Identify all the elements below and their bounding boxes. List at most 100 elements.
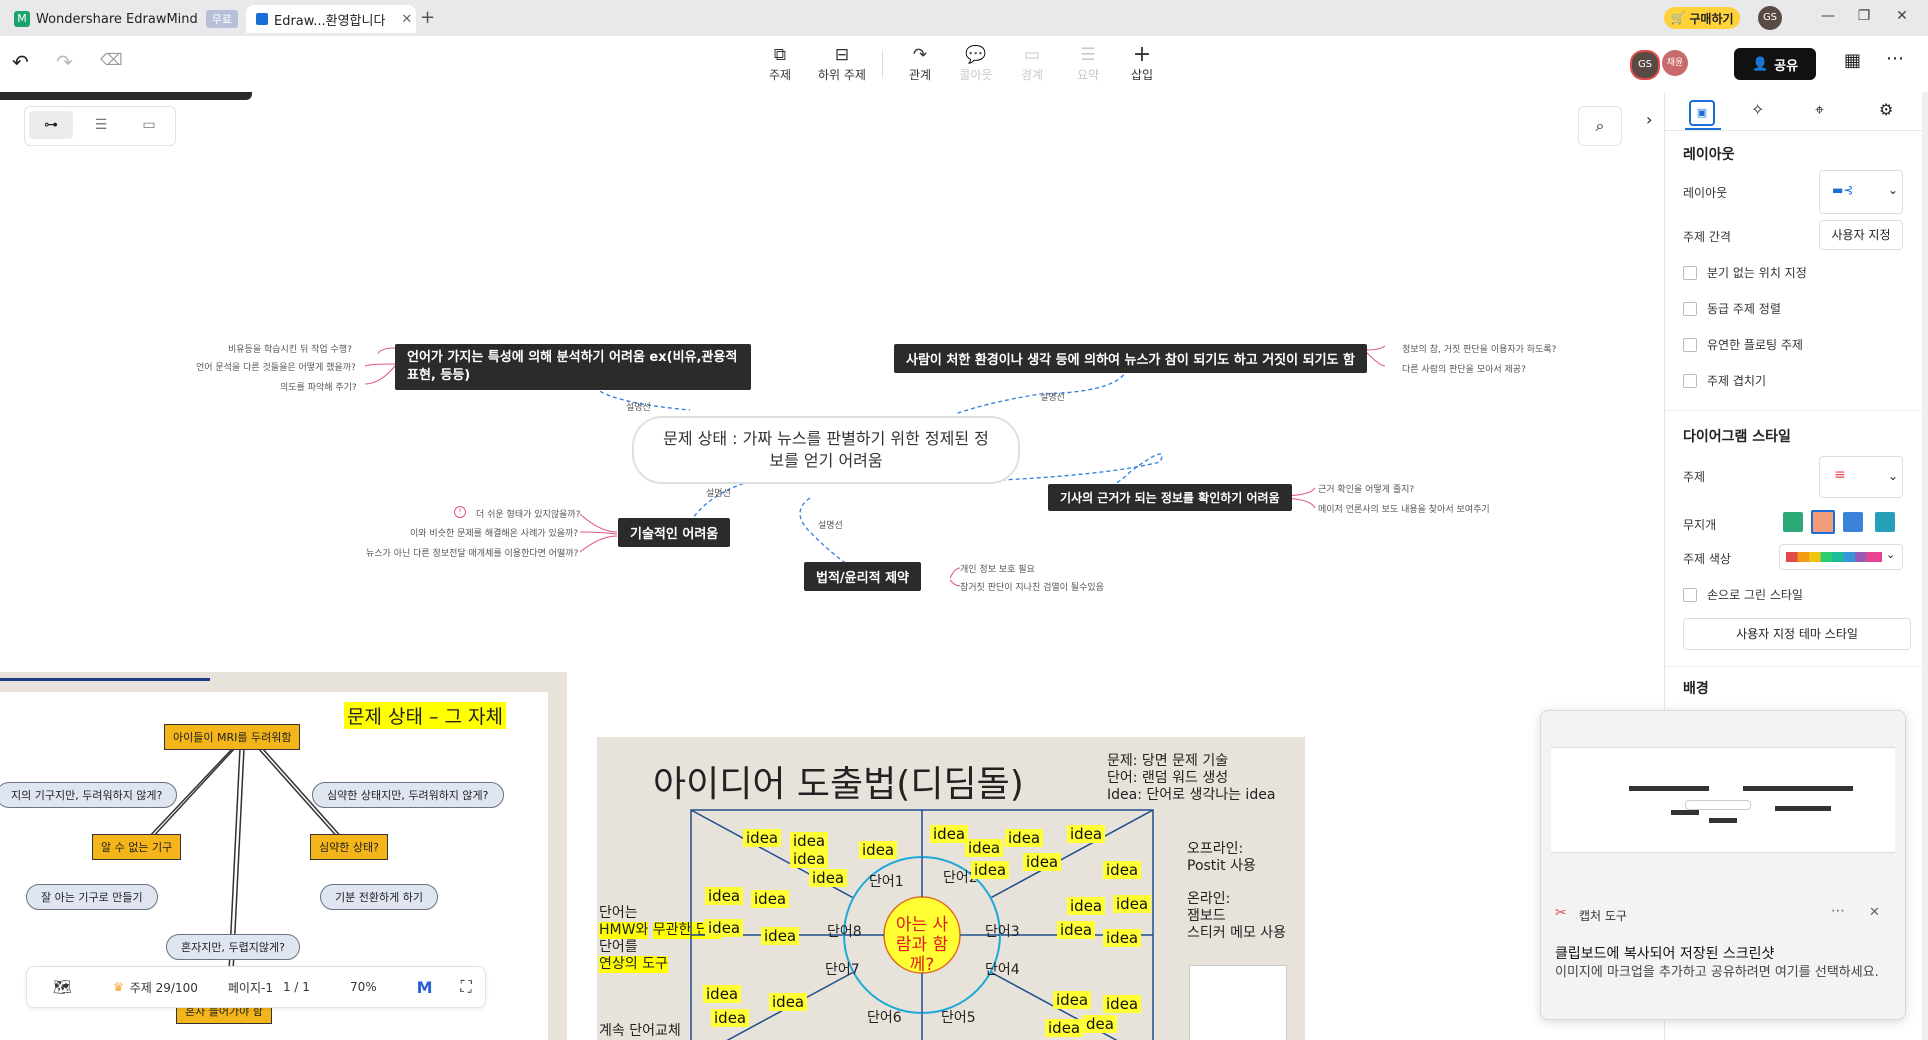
center-question: 아는 사람과 함께? [895,915,949,975]
topic-environment[interactable]: 사람이 처한 환경이나 생각 등에 의하여 뉴스가 참이 되기도 하고 거짓이 … [894,344,1367,373]
subtopic-leaf[interactable]: 다른 사람의 판단을 모아서 제공? [1402,362,1526,375]
rainbow-option-icon[interactable] [1811,510,1835,534]
subtopic-leaf[interactable]: 이와 비슷한 문제를 해결해온 사례가 있을까? [410,526,578,539]
collaborator-avatar[interactable]: GS [1630,50,1660,80]
tab-marker-icon[interactable]: ⌖ [1815,100,1824,120]
buy-button[interactable]: 🛒 구매하기 [1664,7,1740,29]
new-tab-icon[interactable]: + [420,7,435,28]
spacing-label: 주제 간격 [1683,230,1731,244]
toast-app-name: 캡처 도구 [1579,909,1627,923]
spacing-select[interactable]: 사용자 지정 [1819,220,1903,250]
snipping-tool-toast[interactable]: ✂ 캡처 도구 ⋯ ✕ 클립보드에 복사되어 저장된 스크린샷 이미지에 마크업… [1540,710,1906,1020]
topic-style-preview-icon: ≡ [1834,467,1846,483]
tool-boundary[interactable]: ▭ 경계 [1004,44,1060,83]
fire-icon: ♛ [113,980,124,994]
tool-subtopic[interactable]: ⊟ 하위 주제 [812,44,872,83]
checkbox[interactable] [1683,301,1697,316]
rainbow-option-icon[interactable] [1783,512,1803,532]
idea-sticky: idea [761,927,800,945]
checkbox[interactable] [1683,587,1697,602]
format-painter-icon[interactable]: ⌫ [100,50,123,69]
thumb-node [1629,786,1709,791]
subtopic-leaf[interactable]: 비유등을 학습시킨 뒤 작업 수행? [228,342,352,355]
topic-technical[interactable]: 기술적인 어려움 [618,518,731,547]
checkbox[interactable] [1683,373,1697,388]
tab-format-icon[interactable]: ▣ [1689,100,1715,126]
map-icon[interactable]: 🗺 [53,978,77,996]
tab-app[interactable]: M Wondershare EdrawMind 무료 [14,5,244,33]
subtopic-leaf[interactable]: 메이저 언론사의 보도 내용을 찾아서 보여주기 [1318,502,1490,515]
close-toast-icon[interactable]: ✕ [1869,905,1880,920]
subtopic-leaf[interactable]: 의도를 파악해 주기? [280,380,357,393]
minimize-icon[interactable]: — [1818,8,1838,28]
subtopic-leaf[interactable]: 참거짓 판단이 지나친 검열이 될수있음 [960,580,1104,593]
tool-topic[interactable]: ⧉ 주제 [752,44,808,83]
subtopic-leaf[interactable]: 언어 문석을 다른 것들을은 어떻게 했을까? [196,360,356,373]
check-overlap[interactable]: 주제 겹치기 [1683,372,1766,389]
buy-label: 구매하기 [1689,11,1734,26]
subtopic-leaf[interactable]: 개인 정보 보호 필요 [960,562,1035,575]
topic-color-select[interactable]: ⌄ [1779,544,1903,570]
close-window-icon[interactable]: ✕ [1892,8,1912,28]
tab-doc[interactable]: Edraw...환영합니다 ✕ [246,5,416,33]
idea-sticky: idea [1023,853,1062,871]
idea-sticky: idea [1113,895,1152,913]
zoom-level[interactable]: 70% [350,980,377,994]
share-button[interactable]: 👤 공유 [1734,48,1816,80]
word-label: 단어4 [985,962,1020,978]
check-label: 손으로 그린 스타일 [1707,588,1803,602]
custom-theme-button[interactable]: 사용자 지정 테마 스타일 [1683,618,1911,650]
section-background-title: 배경 [1683,681,1709,697]
topic-legal[interactable]: 법적/윤리적 제약 [804,562,921,591]
tab-theme-icon[interactable]: ⚙ [1879,100,1893,119]
tool-summary[interactable]: ☰ 요약 [1060,44,1116,83]
checkbox[interactable] [1683,265,1697,280]
layout-select[interactable]: ▬⊰ ⌄ [1819,170,1903,214]
subtopic-leaf[interactable]: 정보의 참, 거짓 판단을 이용자가 하도록? [1402,342,1556,355]
collaborator-avatar-2[interactable]: 채윤 [1662,50,1688,76]
page-name[interactable]: 페이지-1 [228,979,273,996]
undo-icon[interactable]: ↶ [12,50,29,74]
checkbox[interactable] [1683,337,1697,352]
topic-language[interactable]: 언어가 가지는 특성에 의해 분석하기 어려움 ex(비유,관용적 표현, 등등… [395,344,751,390]
mindmap-canvas[interactable]: ⊶ ☰ ▭ ⌕ › 설명선 설명선 설명선 설명선 문제 상태: 가짜 뉴스를… [0,92,1664,1040]
more-options-icon[interactable]: ⋯ [1831,903,1845,919]
embedded-slide-idea[interactable]: 아이디어 도출법(디딤돌) 문제: 당면 문제 기술 단어: 랜덤 워드 생성 … [597,737,1305,1040]
restore-icon[interactable]: ❐ [1854,8,1874,28]
toast-title: 클립보드에 복사되어 저장된 스크린샷 [1555,946,1775,962]
idea-sticky: idea [743,829,782,847]
layout-label: 레이아웃 [1683,186,1728,200]
more-icon[interactable]: ⋯ [1886,48,1904,69]
tool-insert[interactable]: + 삽입 [1114,44,1170,83]
screenshot-thumbnail[interactable] [1551,747,1895,853]
check-unbranched[interactable]: 분기 없는 위치 지정 [1683,264,1807,281]
subtopic-leaf[interactable]: 근거 확인을 어떻게 줄지? [1318,482,1414,495]
tool-callout[interactable]: 💬 콜아웃 [948,44,1004,83]
toolbar-divider [882,50,883,78]
subtopic-leaf[interactable]: 뉴스가 아닌 다른 정보전달 매개체를 이용한다면 어떨까? [366,546,578,559]
user-avatar[interactable]: GS [1758,6,1782,30]
status-bar: 🗺 ♛ 주제 29/100 페이지-1 1 / 1 70% M ⛶ [26,966,486,1008]
rainbow-option-icon[interactable] [1843,512,1863,532]
fullscreen-icon[interactable]: ⛶ [461,977,472,997]
check-align-siblings[interactable]: 동급 주제 정렬 [1683,300,1781,317]
tab-doc-label: Edraw...환영합니다 [274,13,386,29]
tool-relation[interactable]: ↷ 관계 [892,44,948,83]
check-hand-drawn[interactable]: 손으로 그린 스타일 [1683,586,1803,603]
apps-grid-icon[interactable]: ▦ [1844,50,1861,71]
window-scrollbar[interactable] [1922,92,1928,1040]
check-flexible-floating[interactable]: 유연한 플로팅 주제 [1683,336,1803,353]
ai-logo-icon[interactable]: M [417,978,433,997]
tab-ai-style-icon[interactable]: ✧ [1751,100,1764,119]
topic-style-select[interactable]: ≡ ⌄ [1819,456,1903,498]
panel-tabs: ▣ ✧ ⌖ ⚙ [1665,92,1928,131]
topic-source[interactable]: 기사의 근거가 되는 정보를 확인하기 어려움 [1048,484,1292,511]
relation-label: 설명선 [1040,393,1065,403]
redo-icon[interactable]: ↷ [56,50,73,74]
rainbow-option-icon[interactable] [1875,512,1895,532]
close-tab-icon[interactable]: ✕ [401,12,412,27]
idea-sticky: idea [705,919,744,937]
root-topic[interactable]: 문제 상태 : 가짜 뉴스를 판별하기 위한 정제된 정보를 얻기 어려움 [632,416,1020,484]
tool-callout-label: 콜아웃 [959,68,993,82]
subtopic-leaf[interactable]: 더 쉬운 형태가 있지않을까? [476,507,580,520]
